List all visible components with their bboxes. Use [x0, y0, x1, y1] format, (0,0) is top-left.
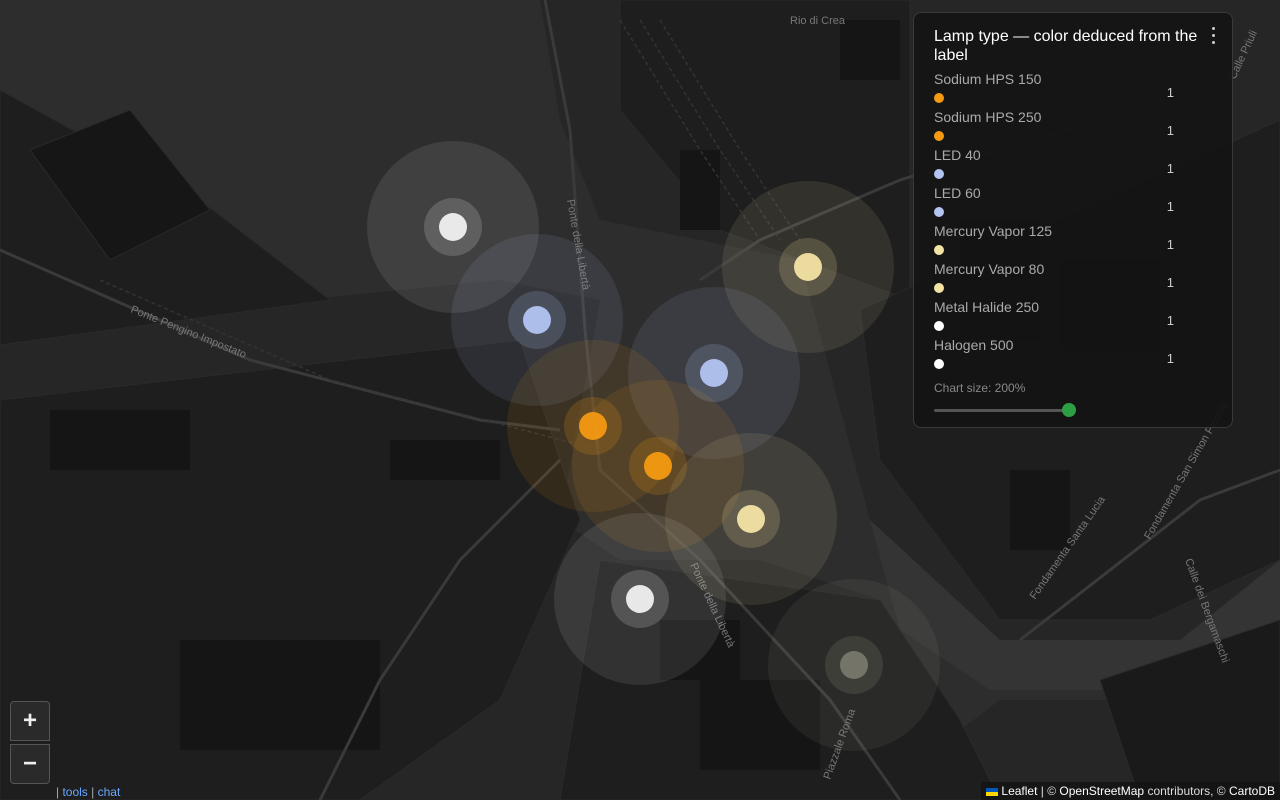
legend-color-dot — [934, 93, 944, 103]
more-vert-icon[interactable] — [1208, 27, 1218, 47]
legend-item-count: 1 — [1166, 123, 1174, 138]
legend-title: Lamp type — color deduced from the label — [934, 28, 1198, 64]
legend-panel: Lamp type — color deduced from the label… — [913, 12, 1233, 428]
legend-item-label: LED 40 — [934, 147, 981, 163]
lamp-marker[interactable] — [768, 579, 940, 751]
attribution-text: contributors, © — [1144, 784, 1229, 798]
legend-item-count: 1 — [1166, 161, 1174, 176]
legend-color-dot — [934, 169, 944, 179]
marker-dot[interactable] — [439, 213, 467, 241]
marker-dot[interactable] — [737, 505, 765, 533]
legend-color-dot — [934, 207, 944, 217]
legend-item[interactable]: Sodium HPS 150 1 — [934, 71, 1212, 109]
legend-item-count: 1 — [1166, 199, 1174, 214]
legend-item-label: Sodium HPS 250 — [934, 109, 1042, 125]
separator: | — [87, 785, 98, 799]
legend-item-count: 1 — [1166, 237, 1174, 252]
legend-item-label: Mercury Vapor 125 — [934, 223, 1053, 239]
osm-link[interactable]: OpenStreetMap — [1059, 784, 1144, 798]
zoom-out-button[interactable]: − — [10, 744, 50, 784]
legend-item-label: Sodium HPS 150 — [934, 71, 1042, 87]
footer-links: | tools | chat — [56, 785, 120, 799]
marker-dot[interactable] — [840, 651, 868, 679]
street-label: Rio di Crea — [790, 15, 846, 27]
slider-track — [934, 409, 1069, 412]
legend-item[interactable]: Halogen 500 1 — [934, 337, 1212, 375]
map-attribution: Leaflet | © OpenStreetMap contributors, … — [981, 782, 1280, 800]
legend-item-label: Mercury Vapor 80 — [934, 261, 1045, 277]
legend-item-count: 1 — [1166, 275, 1174, 290]
marker-dot[interactable] — [626, 585, 654, 613]
legend-item-label: Metal Halide 250 — [934, 299, 1040, 315]
legend-color-dot — [934, 283, 944, 293]
legend-list: Sodium HPS 150 1 Sodium HPS 250 1 LED 40 1 LED… — [934, 71, 1212, 375]
legend-item-count: 1 — [1166, 85, 1174, 100]
legend-item-count: 1 — [1166, 313, 1174, 328]
attribution-text: | © — [1037, 784, 1060, 798]
legend-item[interactable]: Mercury Vapor 80 1 — [934, 261, 1212, 299]
marker-dot[interactable] — [794, 253, 822, 281]
marker-dot[interactable] — [700, 359, 728, 387]
marker-dot[interactable] — [523, 306, 551, 334]
legend-item[interactable]: LED 60 1 — [934, 185, 1212, 223]
legend-item-label: Halogen 500 — [934, 337, 1014, 353]
chart-size-label: Chart size: 200% — [934, 381, 1026, 395]
chart-size-slider[interactable] — [934, 403, 1076, 417]
legend-item[interactable]: Sodium HPS 250 1 — [934, 109, 1212, 147]
legend-color-dot — [934, 245, 944, 255]
legend-item[interactable]: LED 40 1 — [934, 147, 1212, 185]
legend-color-dot — [934, 359, 944, 369]
leaflet-link[interactable]: Leaflet — [1001, 784, 1037, 798]
ukraine-flag-icon — [986, 787, 999, 796]
legend-color-dot — [934, 321, 944, 331]
zoom-in-button[interactable]: + — [10, 701, 50, 741]
zoom-control: + − — [10, 701, 52, 784]
legend-item-count: 1 — [1166, 351, 1174, 366]
chat-link[interactable]: chat — [98, 785, 121, 799]
marker-dot[interactable] — [644, 452, 672, 480]
lamp-marker[interactable] — [554, 513, 726, 685]
legend-item[interactable]: Metal Halide 250 1 — [934, 299, 1212, 337]
legend-item[interactable]: Mercury Vapor 125 1 — [934, 223, 1212, 261]
legend-item-label: LED 60 — [934, 185, 981, 201]
carto-link[interactable]: CartoDB — [1229, 784, 1275, 798]
tools-link[interactable]: tools — [62, 785, 87, 799]
slider-thumb[interactable] — [1062, 403, 1076, 417]
legend-color-dot — [934, 131, 944, 141]
